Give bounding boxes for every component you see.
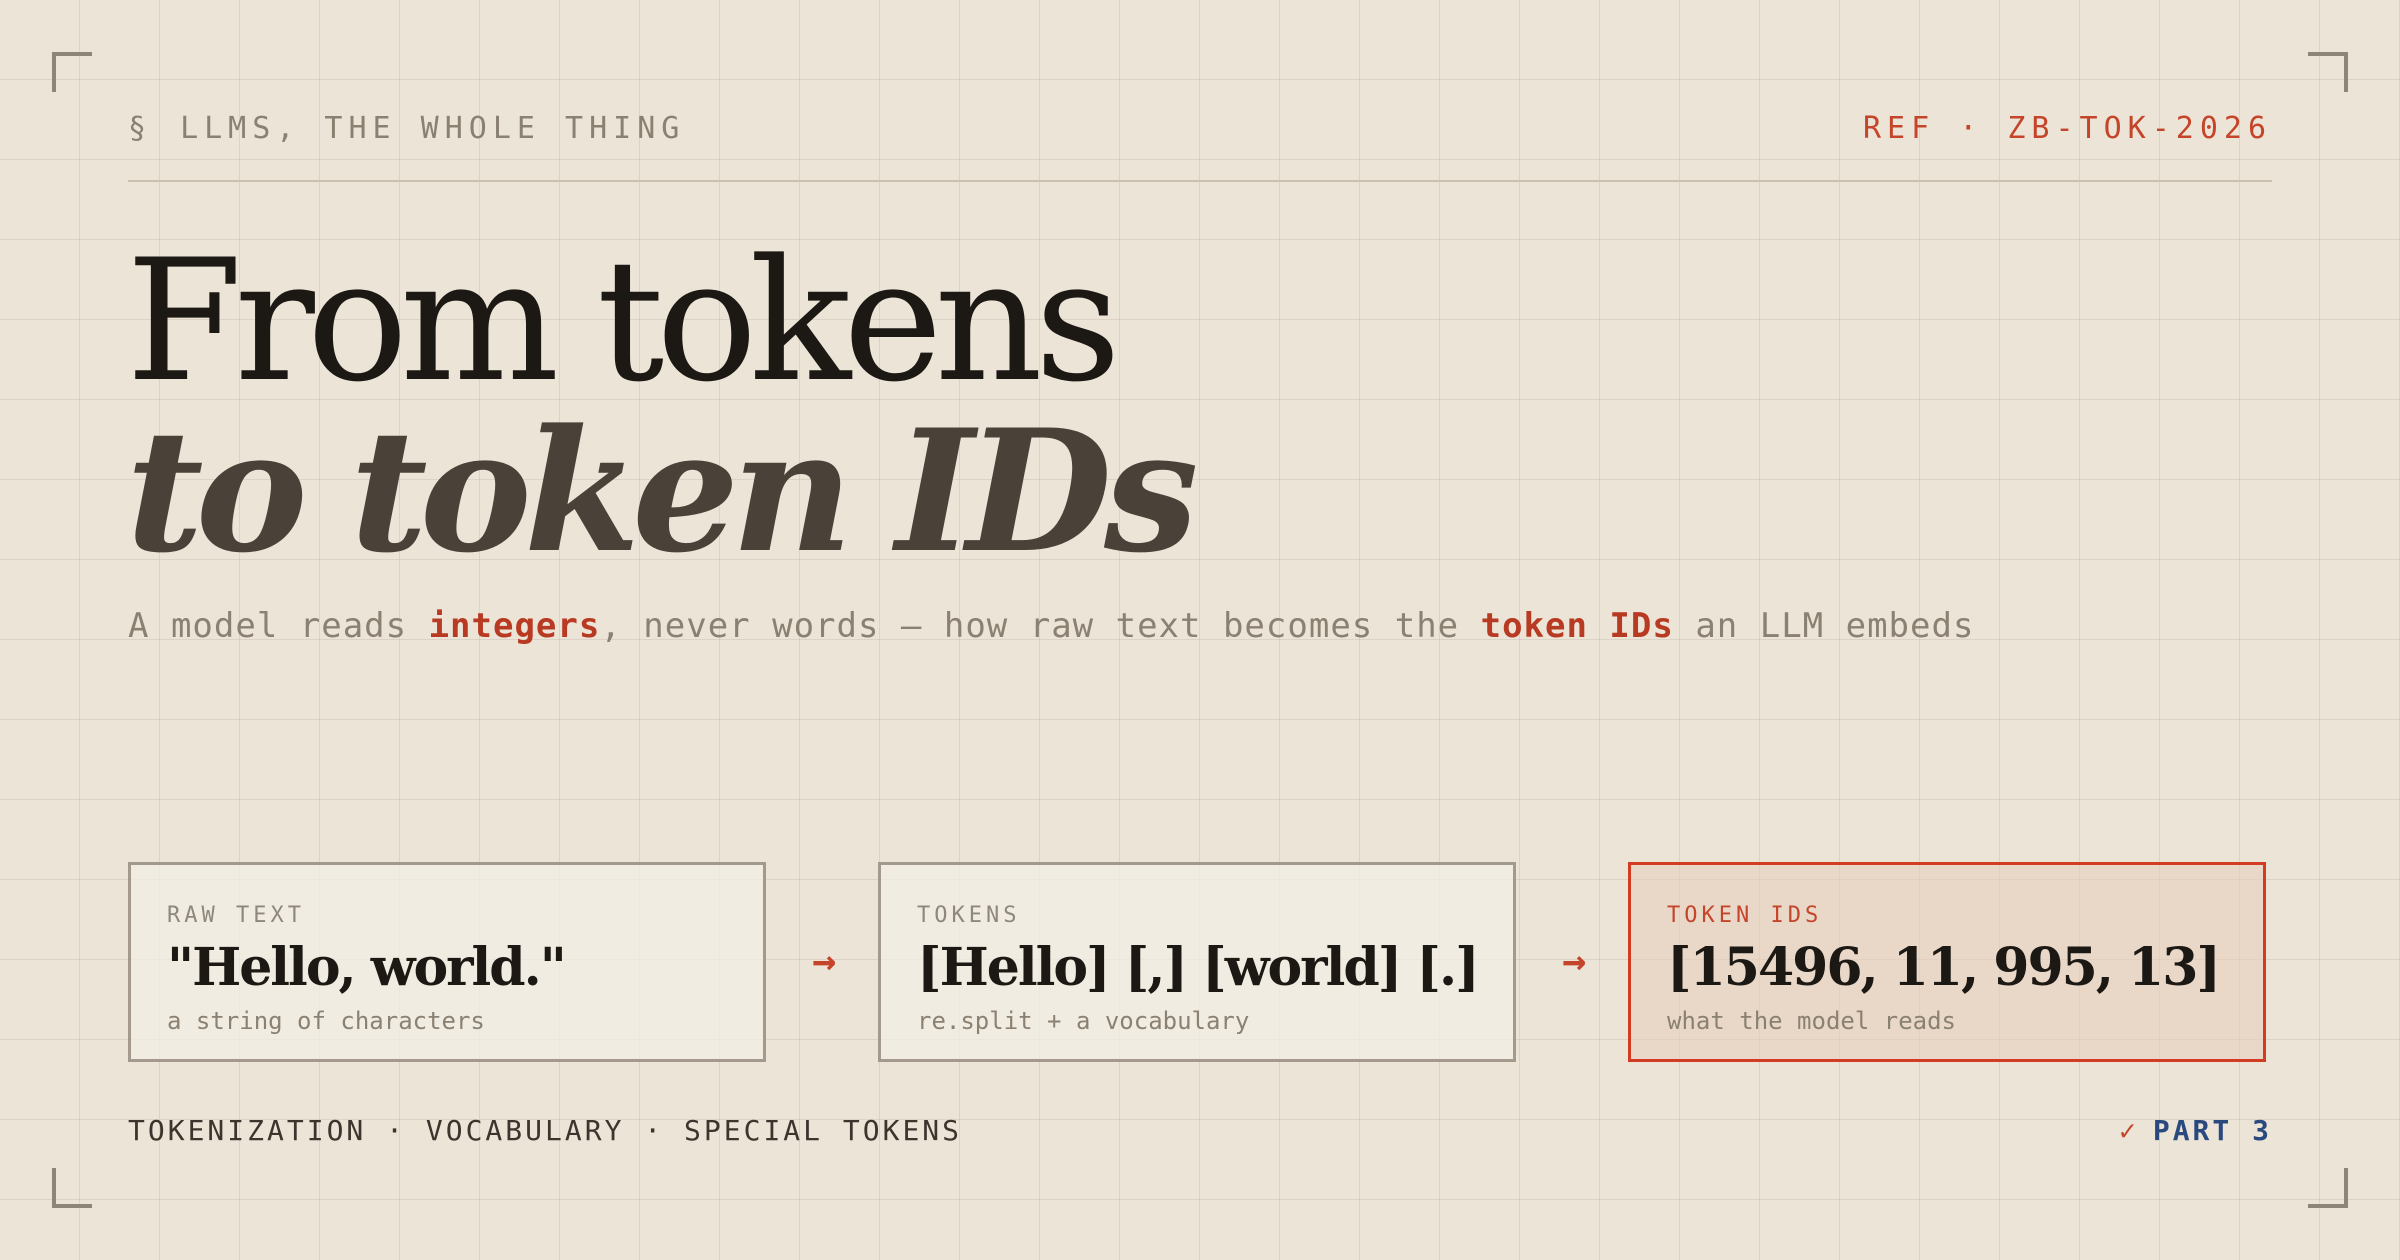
series-title: LLMS, THE WHOLE THING [180, 110, 686, 146]
card-note: a string of characters [167, 1007, 485, 1035]
card-label: TOKENS [917, 903, 1021, 928]
footer-topics: TOKENIZATION · VOCABULARY · SPECIAL TOKE… [128, 1114, 963, 1147]
title-line-2: to token IDs [126, 392, 1199, 590]
arrow-right-icon: → [1561, 938, 1587, 984]
corner-mark-bottom-right [2308, 1168, 2348, 1208]
subtitle-text-1: A model reads [128, 606, 429, 646]
pipeline-card-tokens: TOKENS [Hello] [,] [world] [.] re.split … [878, 862, 1516, 1062]
card-label: TOKEN IDS [1667, 903, 1823, 928]
card-value: "Hello, world." [167, 937, 567, 998]
subtitle: A model reads integers, never words — ho… [128, 606, 1974, 646]
reference-code: REF · ZB-TOK-2026 [1862, 110, 2272, 146]
subtitle-text-2: , never words — how raw text becomes the [600, 606, 1481, 646]
subtitle-highlight-token-ids: token IDs [1480, 606, 1674, 646]
card-label: RAW TEXT [167, 903, 305, 928]
card-note: what the model reads [1667, 1007, 1956, 1035]
pipeline-card-raw-text: RAW TEXT "Hello, world." a string of cha… [128, 862, 766, 1062]
part-label: PART 3 [2152, 1114, 2272, 1147]
card-value: [15496, 11, 995, 13] [1667, 937, 2221, 998]
corner-mark-bottom-left [52, 1168, 92, 1208]
header: § LLMS, THE WHOLE THING REF · ZB-TOK-2026 [128, 108, 2272, 148]
page-title: From tokens to token IDs [126, 223, 1199, 590]
footer-part: ✓ PART 3 [2119, 1114, 2272, 1147]
arrow-right-icon: → [811, 938, 837, 984]
series-kicker: § LLMS, THE WHOLE THING [128, 111, 685, 146]
subtitle-highlight-integers: integers [428, 606, 601, 646]
card-note: re.split + a vocabulary [917, 1007, 1250, 1035]
card-value: [Hello] [,] [world] [.] [917, 937, 1480, 998]
header-divider [128, 180, 2272, 182]
corner-mark-top-left [52, 52, 92, 92]
corner-mark-top-right [2308, 52, 2348, 92]
subtitle-text-3: an LLM embeds [1673, 606, 1975, 646]
pipeline-card-token-ids: TOKEN IDS [15496, 11, 995, 13] what the … [1628, 862, 2266, 1062]
section-symbol: § [128, 110, 153, 146]
check-icon: ✓ [2118, 1114, 2139, 1147]
title-line-1: From tokens [126, 223, 1121, 419]
